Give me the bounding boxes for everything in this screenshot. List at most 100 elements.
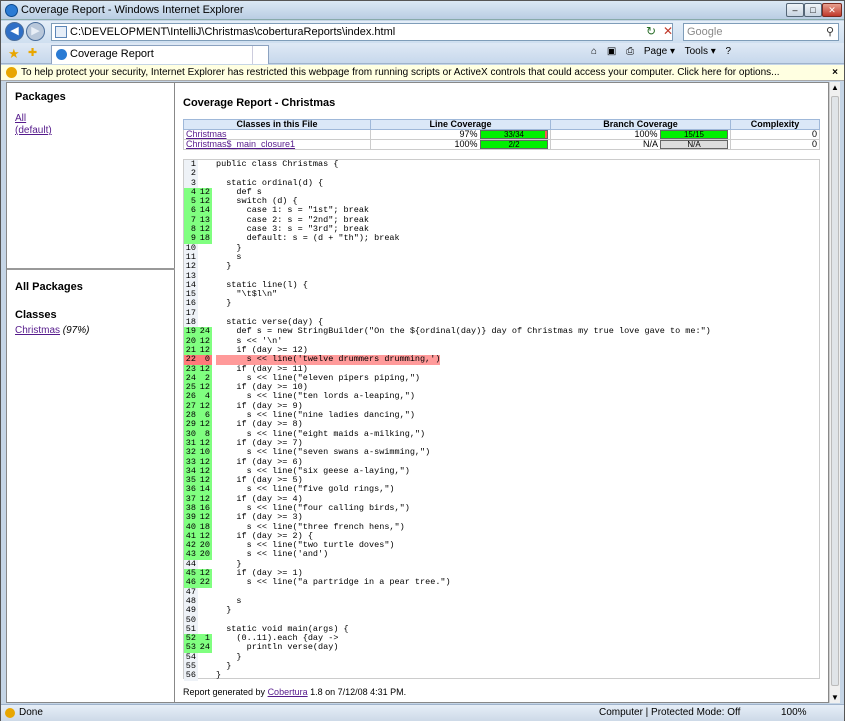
line-pct: 100% (454, 139, 478, 150)
col-header-branch: Branch Coverage (550, 119, 731, 130)
source-line: 1 public class Christmas { (184, 159, 819, 170)
source-line: 43 20 s << line('and') (184, 549, 819, 560)
tools-menu[interactable]: Tools ▾ (685, 46, 716, 57)
address-url: C:\DEVELOPMENT\IntelliJ\Christmas\cobert… (70, 26, 396, 38)
class-link-christmas[interactable]: Christmas (15, 325, 60, 336)
scroll-down-icon[interactable]: ▼ (831, 693, 839, 702)
report-footer: Report generated by Cobertura 1.8 on 7/1… (183, 687, 406, 697)
report-title: Coverage Report - Christmas (183, 97, 336, 109)
source-line: 56} (184, 670, 819, 681)
source-line: 54 } (184, 652, 819, 663)
footer-prefix: Report generated by (183, 687, 268, 697)
summary-class-link[interactable]: Christmas (186, 129, 227, 139)
summary-class-link[interactable]: Christmas$_main_closure1 (186, 139, 295, 149)
tab-bar: ★ ✚ Coverage Report ⌂ ▣ ⎙ Page ▾ Tools ▾… (1, 43, 844, 64)
page-content: Packages All (default) All Packages Clas… (6, 82, 829, 703)
infobar-close-icon[interactable]: × (832, 65, 838, 80)
forward-button[interactable]: ▶ (26, 22, 45, 41)
print-icon[interactable]: ⎙ (626, 46, 634, 57)
source-line: 55 } (184, 661, 819, 672)
page-menu[interactable]: Page ▾ (644, 46, 675, 57)
favorites-star-icon[interactable]: ★ (8, 46, 20, 62)
status-bar: Done Computer | Protected Mode: Off 100% (1, 704, 844, 721)
refresh-button[interactable]: ↻ (646, 24, 660, 38)
left-frames: Packages All (default) All Packages Clas… (7, 83, 175, 702)
col-header-classes: Classes in this File (183, 119, 371, 130)
source-text: default: s = (d + "th"); break (216, 233, 400, 244)
source-line: 53 24 println verse(day) (184, 642, 819, 653)
new-tab-button[interactable] (252, 46, 269, 64)
coverage-bar: N/A (660, 140, 728, 150)
search-icon[interactable]: ⚲ (826, 24, 834, 40)
search-input[interactable]: Google ⚲ (683, 23, 839, 41)
branch-pct: 100% (634, 129, 658, 139)
back-button[interactable]: ◀ (5, 22, 24, 41)
packages-frame: Packages All (default) (7, 83, 175, 270)
source-line: 11 s (184, 252, 819, 263)
hit-count: 22 (198, 577, 212, 588)
source-text: s << line("a partridge in a pear tree.") (216, 577, 451, 588)
add-favorites-icon[interactable]: ✚ (28, 46, 37, 59)
hit-count: 18 (198, 233, 212, 244)
maximize-button[interactable]: □ (804, 3, 822, 17)
coverage-bar: 2/2 (480, 140, 548, 150)
report-frame: Coverage Report - Christmas Classes in t… (176, 83, 828, 702)
address-bar: ◀ ▶ C:\DEVELOPMENT\IntelliJ\Christmas\co… (1, 21, 844, 43)
source-text: } (216, 261, 232, 272)
source-text: def s = new StringBuilder("On the ${ordi… (216, 326, 711, 337)
footer-suffix: 1.8 on 7/12/08 4:31 PM. (307, 687, 407, 697)
coverage-summary-table: Classes in this File Line Coverage Branc… (183, 119, 820, 151)
branch-pct: N/A (642, 139, 658, 150)
title-bar[interactable]: Coverage Report - Windows Internet Explo… (1, 1, 844, 20)
feeds-icon[interactable]: ▣ (607, 46, 616, 57)
close-button[interactable]: ✕ (822, 3, 842, 17)
browser-window: Coverage Report - Windows Internet Explo… (0, 0, 845, 721)
source-line: 12 } (184, 261, 819, 272)
complexity-value: 0 (730, 139, 820, 151)
ie-logo-icon (5, 4, 18, 17)
summary-row: Christmas$_main_closure1 100% 2/2 N/A N/A 0 (183, 139, 820, 151)
package-link-all[interactable]: All (15, 113, 167, 125)
source-line: 10 } (184, 243, 819, 253)
hit-count: 24 (198, 642, 212, 653)
vertical-scrollbar[interactable]: ▲ ▼ (829, 82, 840, 703)
classes-frame: All Packages Classes Christmas (97%) (7, 273, 175, 702)
coverage-bar: 15/15 (660, 130, 728, 140)
all-packages-heading: All Packages (15, 281, 83, 293)
coverage-fraction: N/A (687, 140, 701, 150)
source-line: 15 "\t$l\n" (184, 289, 819, 300)
line-pct: 97% (459, 129, 478, 139)
security-zone[interactable]: Computer | Protected Mode: Off (599, 705, 740, 721)
hit-count: 20 (198, 549, 212, 560)
coverage-bar: 33/34 (480, 130, 548, 140)
source-line: 3 static ordinal(d) { (184, 178, 819, 188)
coverage-fraction: 15/15 (683, 130, 705, 140)
page-icon (55, 26, 67, 38)
coverage-fraction: 33/34 (503, 130, 525, 140)
tab-coverage-report[interactable]: Coverage Report (51, 45, 269, 64)
source-line: 9 18 default: s = (d + "th"); break (184, 233, 819, 244)
home-icon[interactable]: ⌂ (591, 46, 597, 57)
complexity-value: 0 (730, 128, 820, 141)
cobertura-link[interactable]: Cobertura (268, 687, 308, 697)
source-line: 48 s (184, 596, 819, 607)
scroll-thumb[interactable] (831, 96, 839, 686)
coverage-fraction: 2/2 (508, 140, 520, 150)
address-input[interactable]: C:\DEVELOPMENT\IntelliJ\Christmas\cobert… (51, 23, 673, 41)
summary-row: Christmas 97% 33/34 100% 15/15 0 (183, 128, 820, 141)
classes-heading: Classes (15, 309, 57, 321)
class-coverage-pct: (97%) (60, 325, 90, 336)
minimize-button[interactable]: ‒ (786, 3, 804, 17)
source-text: } (216, 670, 222, 681)
help-icon[interactable]: ? (726, 46, 732, 57)
scroll-up-icon[interactable]: ▲ (831, 83, 839, 92)
source-text: public class Christmas { (216, 159, 339, 169)
package-link-default[interactable]: (default) (15, 125, 167, 137)
source-listing: 1 public class Christmas {2 3 static ordin… (183, 159, 820, 681)
stop-button[interactable]: ✕ (663, 24, 677, 38)
status-done-icon (5, 708, 15, 718)
col-header-complexity: Complexity (730, 119, 820, 130)
window-title: Coverage Report - Windows Internet Explo… (21, 4, 244, 16)
security-infobar[interactable]: To help protect your security, Internet … (1, 65, 844, 81)
zoom-level[interactable]: 100% (781, 705, 807, 721)
